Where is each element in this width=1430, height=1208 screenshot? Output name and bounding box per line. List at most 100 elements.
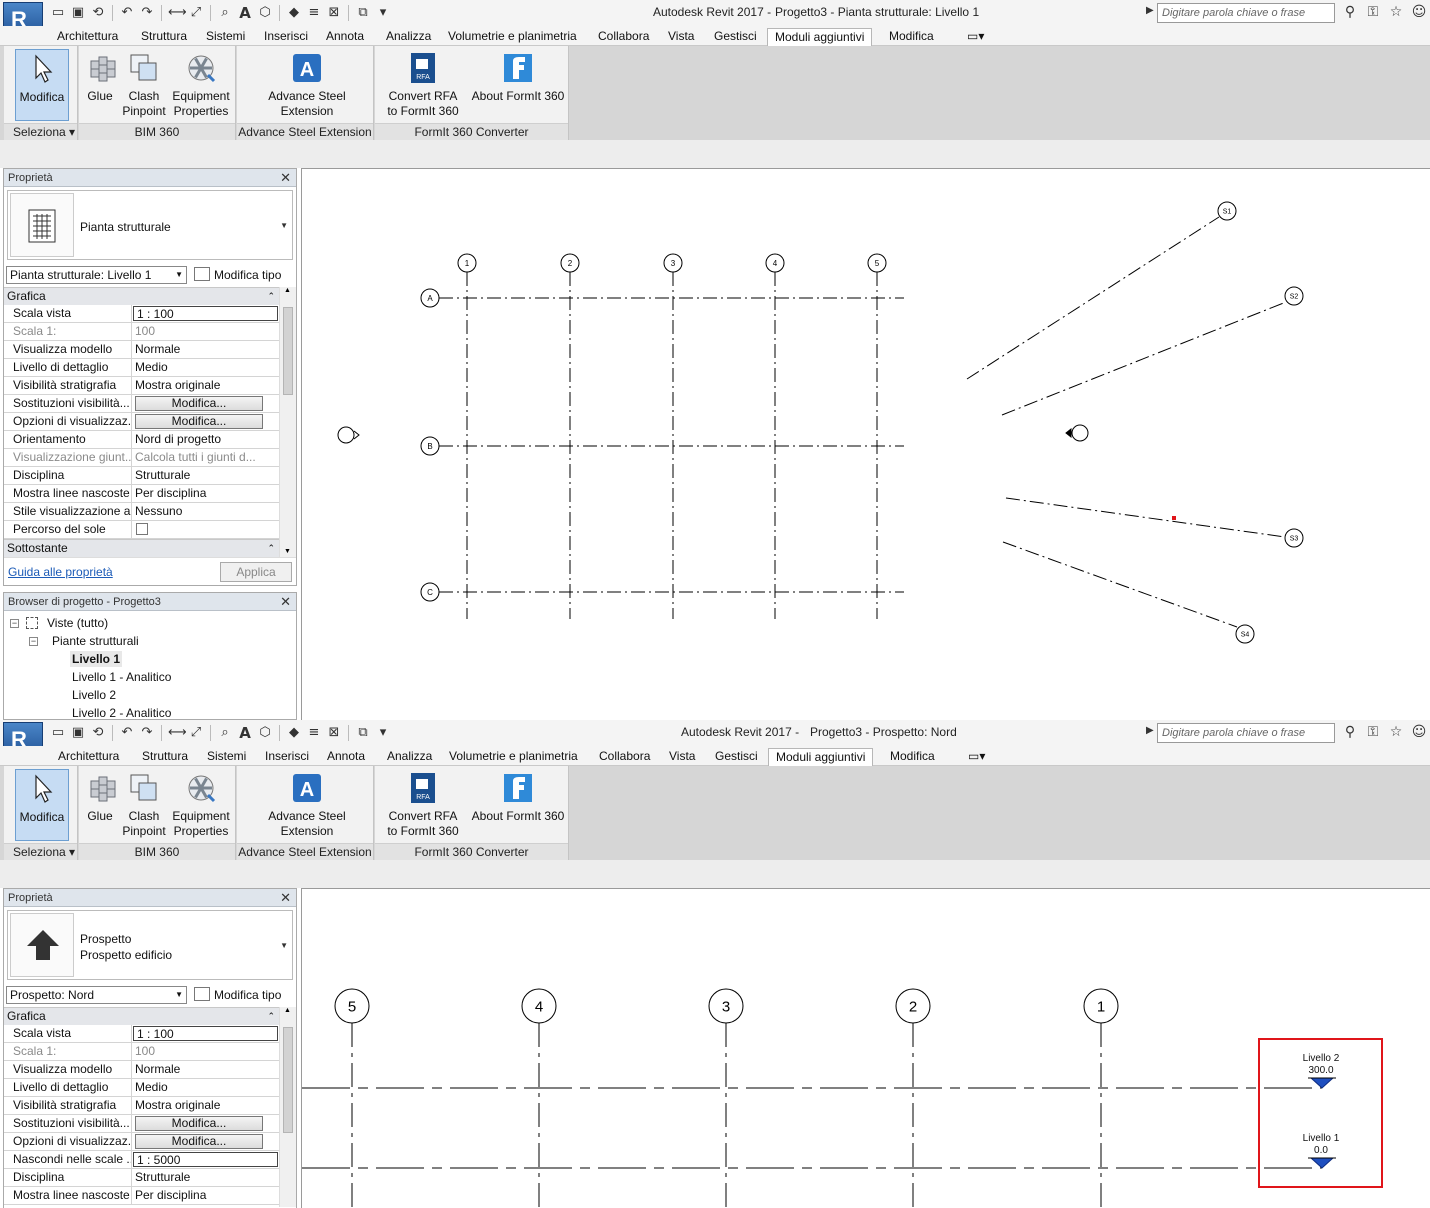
tab-collabora[interactable]: Collabora: [591, 28, 656, 46]
scroll-up-icon[interactable]: ▲: [284, 287, 291, 294]
search-expand-icon[interactable]: ▶: [1146, 5, 1154, 16]
property-row[interactable]: Nascondi nelle scale ... 1 : 5000: [4, 1151, 279, 1169]
group-underlay[interactable]: Sottostante ⌃: [4, 539, 279, 557]
tree-node-structural-plans[interactable]: Piante strutturali: [52, 633, 139, 649]
3d-view-icon[interactable]: ⬡: [257, 725, 273, 741]
about-formit-button[interactable]: About FormIt 360: [470, 769, 566, 841]
radial-grid-head-S4[interactable]: S4: [1235, 624, 1255, 644]
sync-icon[interactable]: ⟲: [90, 725, 106, 741]
thin-lines-icon[interactable]: ≡: [306, 725, 322, 741]
customize-toolbar-icon[interactable]: ▾: [375, 725, 391, 741]
property-row[interactable]: Mostra linee nascoste Per disciplina: [4, 485, 279, 503]
open-icon[interactable]: ▭: [50, 725, 66, 741]
tab-gestisci[interactable]: Gestisci: [707, 28, 764, 46]
clash-pinpoint-button[interactable]: Clash Pinpoint: [119, 769, 169, 841]
property-row[interactable]: Stile visualizzazione a... Nessuno: [4, 503, 279, 521]
about-formit-button[interactable]: About FormIt 360: [470, 49, 566, 121]
edit-button[interactable]: Modifica...: [135, 1116, 263, 1131]
advance-steel-extension-button[interactable]: A Advance Steel Extension: [265, 769, 349, 841]
edit-button[interactable]: Modifica...: [135, 1134, 263, 1149]
sun-path-checkbox[interactable]: [136, 523, 148, 535]
tree-node-views[interactable]: Viste (tutto): [47, 615, 108, 631]
section-icon[interactable]: ◆: [286, 5, 302, 21]
tab-vista[interactable]: Vista: [662, 748, 702, 766]
tree-node-view[interactable]: Livello 1: [70, 651, 123, 667]
modify-button[interactable]: Modifica: [15, 49, 69, 121]
grid-head-B[interactable]: B: [420, 436, 440, 456]
radial-grid-line-S1[interactable]: [966, 216, 1220, 380]
tab-modifica[interactable]: Modifica: [882, 28, 941, 46]
search-input[interactable]: [1157, 3, 1335, 23]
glue-button[interactable]: Glue: [85, 49, 116, 121]
radial-grid-line-S3[interactable]: [1005, 497, 1286, 538]
tab-moduli-aggiuntivi[interactable]: Moduli aggiuntivi: [768, 748, 874, 767]
tab-architettura[interactable]: Architettura: [50, 28, 125, 46]
tag-icon[interactable]: ⌕: [217, 5, 233, 21]
subscription-icon[interactable]: ⚿: [1365, 3, 1381, 21]
property-row[interactable]: Percorso del sole: [4, 521, 279, 539]
property-row[interactable]: Visibilità stratigrafia Mostra originale: [4, 377, 279, 395]
tag-icon[interactable]: ⌕: [217, 725, 233, 741]
apply-button[interactable]: Applica: [220, 562, 292, 582]
panel-select-label[interactable]: Seleziona ▾: [4, 843, 77, 860]
tree-node-view[interactable]: Livello 2: [72, 687, 116, 703]
grid-head-C[interactable]: C: [420, 582, 440, 602]
property-row[interactable]: Visualizzazione giunt... Calcola tutti i …: [4, 449, 279, 467]
tab-collabora[interactable]: Collabora: [592, 748, 657, 766]
text-icon[interactable]: A: [237, 5, 253, 21]
plan-drawing[interactable]: 1 2 3 4 5 A B C S1 S2 S3 S4: [302, 169, 1430, 720]
tab-annota[interactable]: Annota: [319, 28, 371, 46]
measure-icon[interactable]: ⟷: [168, 725, 187, 741]
user-icon[interactable]: ☺: [1411, 3, 1427, 21]
tab-sistemi[interactable]: Sistemi: [200, 748, 253, 766]
subscription-icon[interactable]: ⚿: [1365, 723, 1381, 741]
scroll-up-icon[interactable]: ▲: [284, 1007, 291, 1014]
measure-icon[interactable]: ⟷: [168, 5, 187, 21]
3d-view-icon[interactable]: ⬡: [257, 5, 273, 21]
radial-grid-head-S1[interactable]: S1: [1217, 201, 1237, 221]
switch-windows-icon[interactable]: ⧉: [355, 5, 371, 21]
open-icon[interactable]: ▭: [50, 5, 66, 21]
property-row[interactable]: Sostituzioni visibilità... Modifica...: [4, 395, 279, 413]
close-icon[interactable]: ✕: [280, 889, 291, 907]
tab-struttura[interactable]: Struttura: [134, 28, 194, 46]
property-value-input[interactable]: 1 : 5000: [133, 1152, 278, 1167]
modify-button[interactable]: Modifica: [15, 769, 69, 841]
tab-sistemi[interactable]: Sistemi: [199, 28, 252, 46]
grid-head-2[interactable]: 2: [560, 253, 580, 273]
tab-vista[interactable]: Vista: [661, 28, 701, 46]
type-selector[interactable]: Pianta strutturale ▼: [7, 190, 293, 260]
tab-analizza[interactable]: Analizza: [380, 748, 439, 766]
elevation-marker-west[interactable]: [337, 426, 355, 444]
group-graphics[interactable]: Grafica ⌃: [4, 1007, 279, 1025]
property-row[interactable]: Visualizza modello Normale: [4, 341, 279, 359]
switch-windows-icon[interactable]: ⧉: [355, 725, 371, 741]
drawing-canvas-plan[interactable]: 1 2 3 4 5 A B C S1 S2 S3 S4: [301, 168, 1430, 720]
minimize-ribbon-icon[interactable]: ▭▾: [961, 748, 992, 766]
tab-analizza[interactable]: Analizza: [379, 28, 438, 46]
tab-volumetrie-e-planimetria[interactable]: Volumetrie e planimetria: [442, 748, 585, 766]
property-value-input[interactable]: 1 : 100: [133, 1026, 278, 1041]
redo-icon[interactable]: ↷: [139, 725, 155, 741]
close-hidden-icon[interactable]: ⊠: [326, 725, 342, 741]
align-dimension-icon[interactable]: ⤢: [188, 5, 204, 21]
clash-pinpoint-button[interactable]: Clash Pinpoint: [119, 49, 169, 121]
radial-grid-line-S4[interactable]: [1002, 541, 1238, 628]
grid-head-1[interactable]: 1: [1083, 988, 1119, 1024]
tab-gestisci[interactable]: Gestisci: [708, 748, 765, 766]
property-row[interactable]: Scala vista 1 : 100: [4, 305, 279, 323]
tab-inserisci[interactable]: Inserisci: [257, 28, 315, 46]
undo-icon[interactable]: ↶: [119, 725, 135, 741]
property-row[interactable]: Opzioni di visualizzaz... Modifica...: [4, 1133, 279, 1151]
edit-button[interactable]: Modifica...: [135, 396, 263, 411]
redo-icon[interactable]: ↷: [139, 5, 155, 21]
property-row[interactable]: Visualizza modello Normale: [4, 1061, 279, 1079]
edit-type-button[interactable]: Modifica tipo: [194, 267, 281, 282]
property-row[interactable]: Scala vista 1 : 100: [4, 1025, 279, 1043]
properties-help-link[interactable]: Guida alle proprietà: [8, 565, 113, 579]
tab-struttura[interactable]: Struttura: [135, 748, 195, 766]
scrollbar-thumb[interactable]: [283, 1027, 293, 1133]
property-row[interactable]: Livello di dettaglio Medio: [4, 1079, 279, 1097]
grid-head-2[interactable]: 2: [895, 988, 931, 1024]
align-dimension-icon[interactable]: ⤢: [188, 725, 204, 741]
